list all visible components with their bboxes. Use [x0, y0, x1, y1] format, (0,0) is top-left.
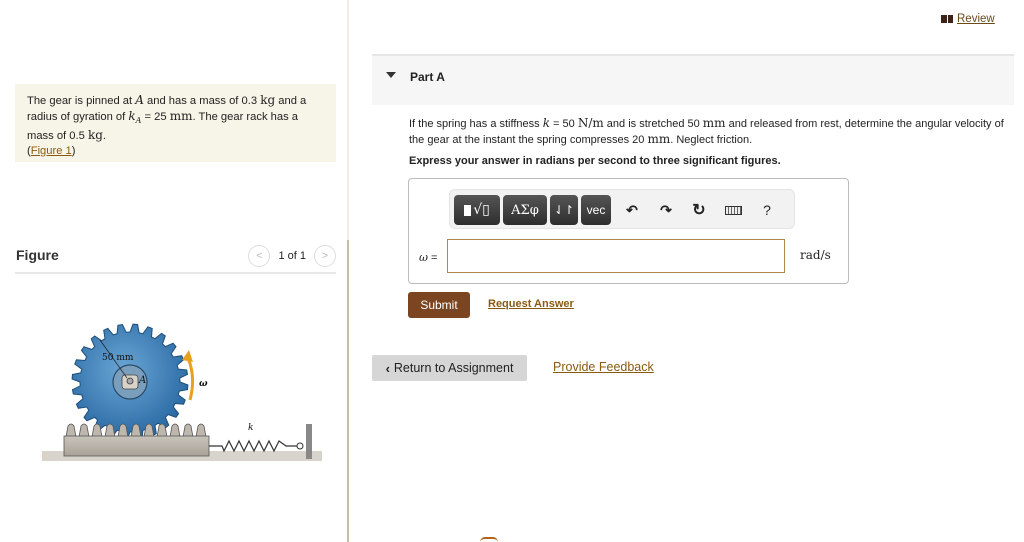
answer-input[interactable] [447, 239, 785, 273]
question-fragment: . Neglect friction. [670, 134, 753, 146]
scroll-indicator [480, 537, 498, 542]
prev-figure-button[interactable]: < [248, 245, 271, 267]
math-unit: mm [647, 132, 671, 146]
redo-icon: ↷ [660, 201, 672, 218]
gear-rack [65, 423, 207, 438]
math-unit: mm [169, 108, 193, 123]
part-a-header[interactable]: Part A [372, 54, 1014, 105]
keyboard-icon [724, 205, 742, 215]
arrows-button[interactable]: ⇃↾ [550, 195, 578, 225]
problem-text: The gear is pinned at [27, 95, 136, 107]
radius-label: 50 mm [102, 353, 134, 363]
spring-anchor [296, 442, 304, 450]
part-title: Part A [410, 70, 445, 84]
pin-label: A [138, 375, 146, 386]
question-text: If the spring has a stiffness k = 50 N/m… [409, 116, 1009, 148]
rack-tooth [169, 423, 181, 438]
review-link[interactable]: Review [941, 13, 995, 25]
equals-sign: = [427, 252, 438, 264]
problem-text: = 25 [141, 110, 170, 123]
chevron-left-icon: ‹ [385, 360, 390, 376]
request-answer-link[interactable]: Request Answer [488, 298, 574, 310]
answer-instruction: Express your answer in radians per secon… [409, 155, 781, 167]
problem-text: . [102, 130, 106, 143]
book-icon [941, 15, 953, 23]
math-unit: kg [260, 93, 276, 107]
rack-tooth [78, 423, 90, 438]
wall [306, 424, 312, 459]
math-toolbar: √▯ ΑΣφ ⇃↾ vec ↶ ↷ ↻ ? [449, 189, 795, 229]
figure-link[interactable]: Figure 1 [31, 145, 72, 157]
keyboard-button[interactable] [721, 198, 745, 222]
caret-down-icon[interactable] [386, 72, 396, 78]
greek-symbols-button[interactable]: ΑΣφ [503, 195, 547, 225]
review-label: Review [957, 13, 995, 25]
return-to-assignment-button[interactable]: ‹ Return to Assignment [372, 355, 527, 381]
provide-feedback-link[interactable]: Provide Feedback [553, 360, 654, 374]
omega-symbol: ω [419, 251, 428, 264]
problem-statement: The gear is pinned at A and has a mass o… [15, 84, 336, 162]
templates-button[interactable]: √▯ [454, 195, 500, 225]
answer-units: rad/s [800, 248, 831, 262]
figure-header: Figure < 1 of 1 > [15, 244, 336, 274]
problem-text: and has a mass of 0.3 [143, 95, 261, 107]
question-fragment: = 50 [549, 118, 578, 130]
question-fragment: If the spring has a stiffness [409, 118, 543, 130]
help-button[interactable]: ? [755, 198, 779, 222]
math-unit: mm [702, 116, 726, 130]
spring-label: k [248, 423, 253, 433]
rack-tooth [65, 423, 77, 438]
pin [126, 377, 134, 385]
question-fragment: and is stretched 50 [603, 118, 703, 130]
gear-rack-figure: 50 mm A ω k [42, 323, 322, 461]
figure-title: Figure [16, 247, 59, 263]
chevron-left-icon: < [256, 250, 263, 262]
templates-icon: √▯ [464, 202, 490, 218]
math-var: k [542, 116, 550, 130]
rack-tooth [195, 423, 207, 438]
figure-page-count: 1 of 1 [278, 250, 306, 262]
reset-button[interactable]: ↻ [687, 198, 711, 222]
math-var: k [128, 108, 136, 123]
arrows-icon: ⇃↾ [553, 203, 575, 217]
omega-arrow [186, 357, 195, 401]
rack-tooth [182, 423, 194, 438]
return-label: Return to Assignment [393, 361, 514, 375]
paren: ) [71, 144, 76, 157]
vector-button[interactable]: vec [581, 195, 611, 225]
math-var: A [135, 93, 144, 107]
rack-body [63, 435, 210, 457]
pane-divider-handle[interactable] [347, 240, 349, 542]
answer-box: √▯ ΑΣφ ⇃↾ vec ↶ ↷ ↻ ? ω = rad/s [408, 178, 849, 284]
undo-button[interactable]: ↶ [620, 198, 644, 222]
math-unit: kg [87, 128, 103, 143]
redo-button[interactable]: ↷ [654, 198, 678, 222]
problem-pane: The gear is pinned at A and has a mass o… [0, 0, 348, 542]
omega-arrowhead [182, 350, 193, 362]
answer-variable-label: ω = [419, 251, 437, 264]
spring [209, 439, 297, 453]
reset-icon: ↻ [692, 202, 706, 219]
undo-icon: ↶ [626, 201, 638, 218]
next-figure-button[interactable]: > [314, 245, 336, 267]
chevron-right-icon: > [321, 250, 329, 262]
omega-label: ω [199, 379, 208, 389]
submit-button[interactable]: Submit [408, 292, 470, 318]
figure-pager: < 1 of 1 > [248, 245, 336, 267]
math-unit: N/m [577, 116, 604, 130]
